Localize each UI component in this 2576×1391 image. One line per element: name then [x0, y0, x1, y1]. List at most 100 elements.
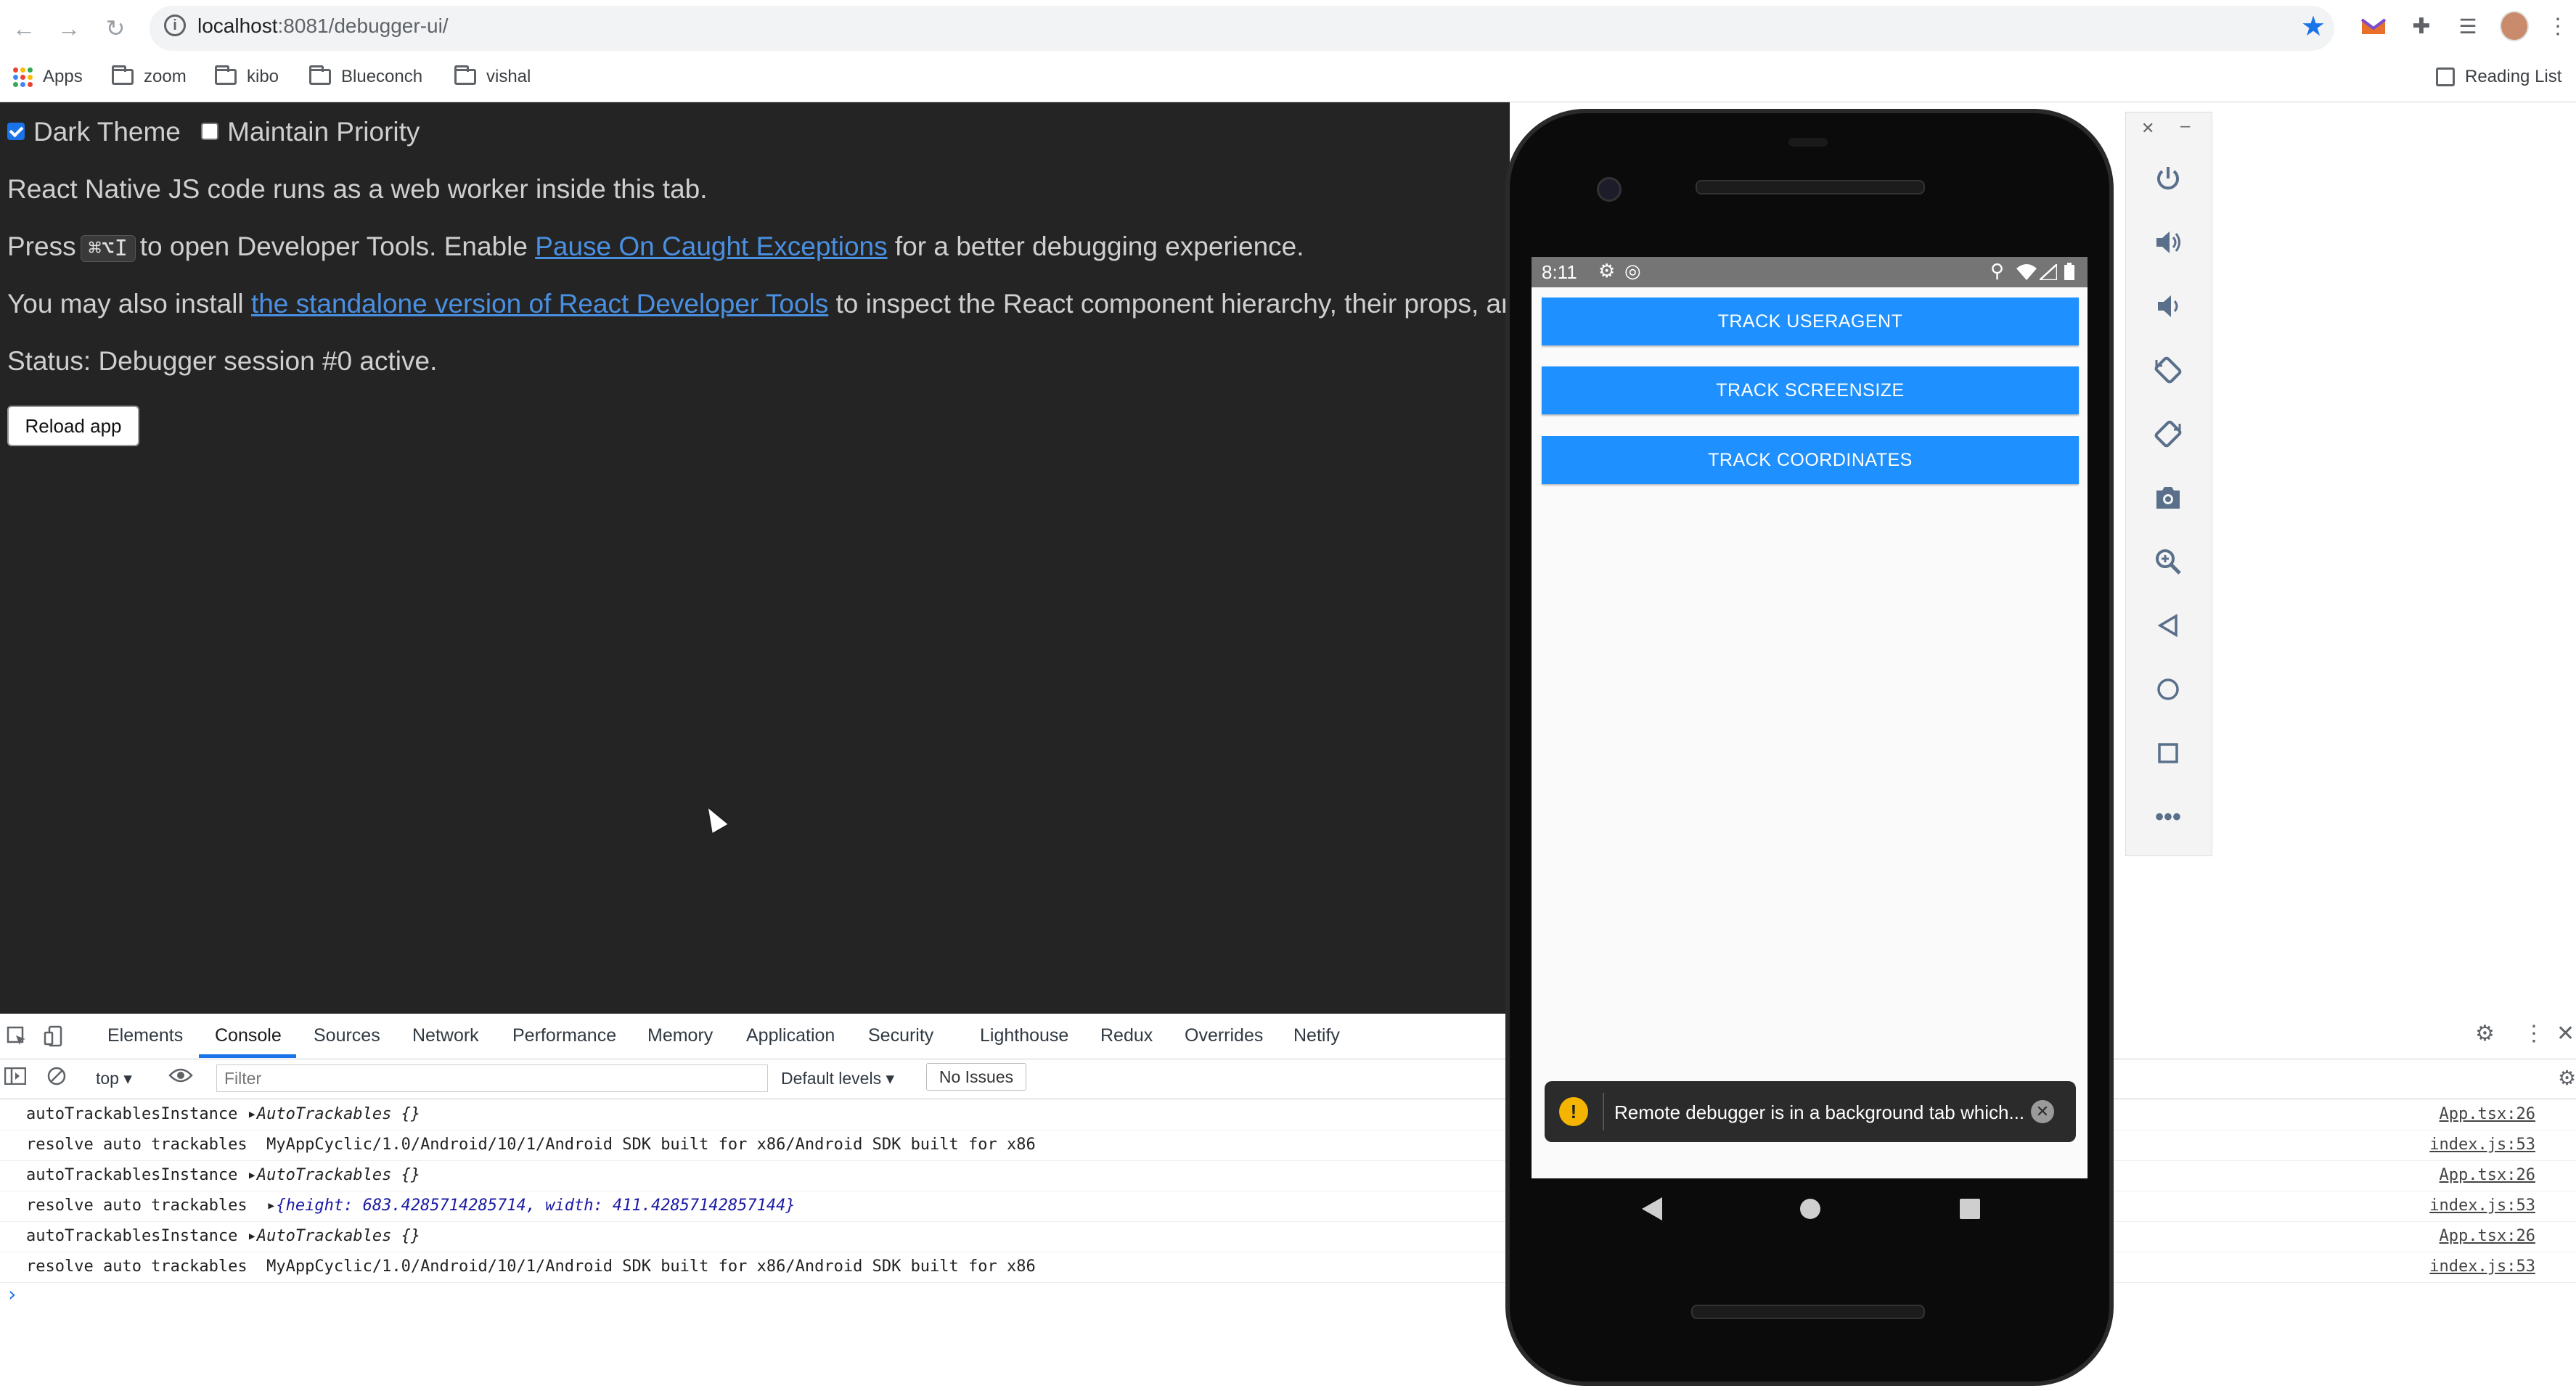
log-levels-select[interactable]: Default levels ▾: [781, 1069, 894, 1088]
pause-on-caught-exceptions-link[interactable]: Pause On Caught Exceptions: [535, 231, 887, 261]
cell-signal-icon: [2037, 262, 2058, 285]
overview-square-icon[interactable]: [2137, 730, 2199, 776]
maintain-priority-checkbox[interactable]: [201, 123, 219, 141]
tab-memory[interactable]: Memory: [647, 1025, 713, 1046]
bookmark-kibo[interactable]: kibo: [215, 62, 279, 91]
inspect-element-icon[interactable]: [6, 1025, 28, 1052]
bookmark-star-icon[interactable]: ★: [2301, 10, 2326, 43]
react-devtools-hint: You may also install the standalone vers…: [7, 289, 1532, 319]
dark-theme-label: Dark Theme: [33, 117, 181, 147]
home-circle-icon[interactable]: [2137, 666, 2199, 713]
track-coordinates-button[interactable]: TRACK COORDINATES: [1542, 436, 2079, 484]
settings-gear-icon: ⚙: [1598, 260, 1616, 282]
settings-gear-icon[interactable]: ⚙: [2475, 1021, 2495, 1046]
back-arrow-icon[interactable]: ←: [7, 12, 41, 45]
tab-overrides[interactable]: Overrides: [1185, 1025, 1263, 1046]
media-queue-icon[interactable]: ☰: [2453, 12, 2482, 41]
nav-recents-icon[interactable]: [1960, 1199, 1980, 1219]
bookmark-zoom[interactable]: zoom: [112, 62, 187, 91]
expand-arrow-icon[interactable]: ▸: [248, 1105, 257, 1123]
rotate-right-icon[interactable]: [2137, 411, 2199, 457]
more-ellipsis-icon[interactable]: •••: [2137, 794, 2199, 840]
url-text[interactable]: localhost:8081/debugger-ui/: [197, 15, 449, 38]
log-source-link[interactable]: index.js:53: [2429, 1257, 2535, 1276]
reload-icon[interactable]: ↻: [99, 12, 132, 45]
back-triangle-icon[interactable]: [2137, 602, 2199, 649]
reload-app-button[interactable]: Reload app: [7, 406, 139, 446]
tab-redux[interactable]: Redux: [1100, 1025, 1153, 1046]
more-options-icon[interactable]: ⋮: [2523, 1021, 2545, 1046]
expand-arrow-icon[interactable]: ▸: [248, 1227, 257, 1245]
android-nav-bar: [1532, 1178, 2088, 1241]
power-icon[interactable]: [2137, 155, 2199, 202]
tab-console[interactable]: Console: [215, 1025, 282, 1046]
console-log-row[interactable]: autoTrackablesInstance ▸AutoTrackables {…: [0, 1221, 2576, 1252]
tab-netify[interactable]: Netify: [1293, 1025, 1340, 1046]
extensions-puzzle-icon[interactable]: ✚: [2407, 12, 2436, 41]
bottom-speaker: [1691, 1305, 1925, 1319]
folder-icon: [309, 65, 331, 85]
expand-arrow-icon[interactable]: ▸: [248, 1166, 257, 1184]
debugger-status: Status: Debugger session #0 active.: [7, 346, 438, 376]
profile-avatar[interactable]: [2500, 11, 2529, 41]
sidebar-toggle-icon[interactable]: [4, 1067, 27, 1089]
console-log-row[interactable]: resolve auto trackables MyAppCyclic/1.0/…: [0, 1252, 2576, 1283]
tab-application[interactable]: Application: [746, 1025, 835, 1046]
close-emulator-icon[interactable]: ✕: [2141, 119, 2154, 138]
log-source-link[interactable]: App.tsx:26: [2440, 1227, 2535, 1245]
device-toggle-icon[interactable]: [44, 1025, 65, 1052]
expand-arrow-icon[interactable]: ▸: [266, 1197, 276, 1215]
tab-performance[interactable]: Performance: [512, 1025, 616, 1046]
console-log-row[interactable]: resolve auto trackables MyAppCyclic/1.0/…: [0, 1130, 2576, 1161]
minimize-emulator-icon[interactable]: –: [2180, 116, 2190, 136]
info-icon[interactable]: i: [164, 15, 186, 36]
bookmark-apps[interactable]: Apps: [13, 62, 83, 91]
dark-theme-checkbox[interactable]: [7, 123, 25, 141]
tab-sources[interactable]: Sources: [314, 1025, 380, 1046]
bookmark-blueconch[interactable]: Blueconch: [309, 62, 422, 91]
folder-icon: [215, 65, 237, 85]
nav-back-icon[interactable]: [1642, 1197, 1662, 1224]
console-settings-gear-icon[interactable]: ⚙: [2558, 1066, 2576, 1090]
bookmark-vishal[interactable]: vishal: [454, 62, 531, 91]
issues-counter-button[interactable]: No Issues: [926, 1063, 1026, 1091]
volume-up-icon[interactable]: [2137, 219, 2199, 266]
track-screensize-button[interactable]: TRACK SCREENSIZE: [1542, 366, 2079, 414]
zoom-icon[interactable]: [2137, 538, 2199, 585]
volume-down-icon[interactable]: [2137, 283, 2199, 329]
reading-list[interactable]: Reading List: [2436, 62, 2561, 91]
console-log-row[interactable]: autoTrackablesInstance ▸AutoTrackables {…: [0, 1099, 2576, 1131]
rotate-left-icon[interactable]: [2137, 347, 2199, 393]
browser-menu-icon[interactable]: ⋮: [2543, 12, 2572, 41]
intro-text: React Native JS code runs as a web worke…: [7, 174, 708, 204]
log-source-link[interactable]: index.js:53: [2429, 1136, 2535, 1154]
screenshot-camera-icon[interactable]: [2137, 475, 2199, 521]
react-devtools-link[interactable]: the standalone version of React Develope…: [251, 289, 828, 319]
address-bar[interactable]: [150, 6, 2334, 51]
tab-elements[interactable]: Elements: [107, 1025, 183, 1046]
tab-security[interactable]: Security: [868, 1025, 933, 1046]
dismiss-toast-icon[interactable]: ✕: [2031, 1100, 2054, 1123]
log-source-link[interactable]: App.tsx:26: [2440, 1166, 2535, 1184]
log-source-link[interactable]: index.js:53: [2429, 1197, 2535, 1215]
track-useragent-button[interactable]: TRACK USERAGENT: [1542, 298, 2079, 345]
clear-console-icon[interactable]: [46, 1066, 67, 1091]
console-log-row[interactable]: resolve auto trackables ▸{height: 683.42…: [0, 1191, 2576, 1222]
console-filter-input[interactable]: Filter: [216, 1064, 768, 1092]
mail-extension-icon[interactable]: [2359, 12, 2388, 41]
nav-home-icon[interactable]: [1800, 1199, 1820, 1219]
chevron-down-icon: ▾: [886, 1069, 895, 1088]
console-prompt-icon[interactable]: ›: [6, 1282, 18, 1306]
reading-list-icon: [2436, 67, 2455, 86]
log-source-link[interactable]: App.tsx:26: [2440, 1105, 2535, 1123]
toast-message: Remote debugger is in a background tab w…: [1614, 1101, 2025, 1123]
console-log-row[interactable]: autoTrackablesInstance ▸AutoTrackables {…: [0, 1160, 2576, 1191]
tab-network[interactable]: Network: [412, 1025, 479, 1046]
browser-chrome: ← → ↻ i localhost:8081/debugger-ui/ ★ ✚ …: [0, 0, 2576, 102]
warning-toast[interactable]: ! Remote debugger is in a background tab…: [1545, 1081, 2076, 1142]
close-devtools-icon[interactable]: ✕: [2556, 1021, 2575, 1046]
forward-arrow-icon[interactable]: →: [52, 12, 86, 45]
live-expression-eye-icon[interactable]: [168, 1066, 193, 1089]
tab-lighthouse[interactable]: Lighthouse: [980, 1025, 1068, 1046]
context-select[interactable]: top ▾: [96, 1069, 132, 1088]
